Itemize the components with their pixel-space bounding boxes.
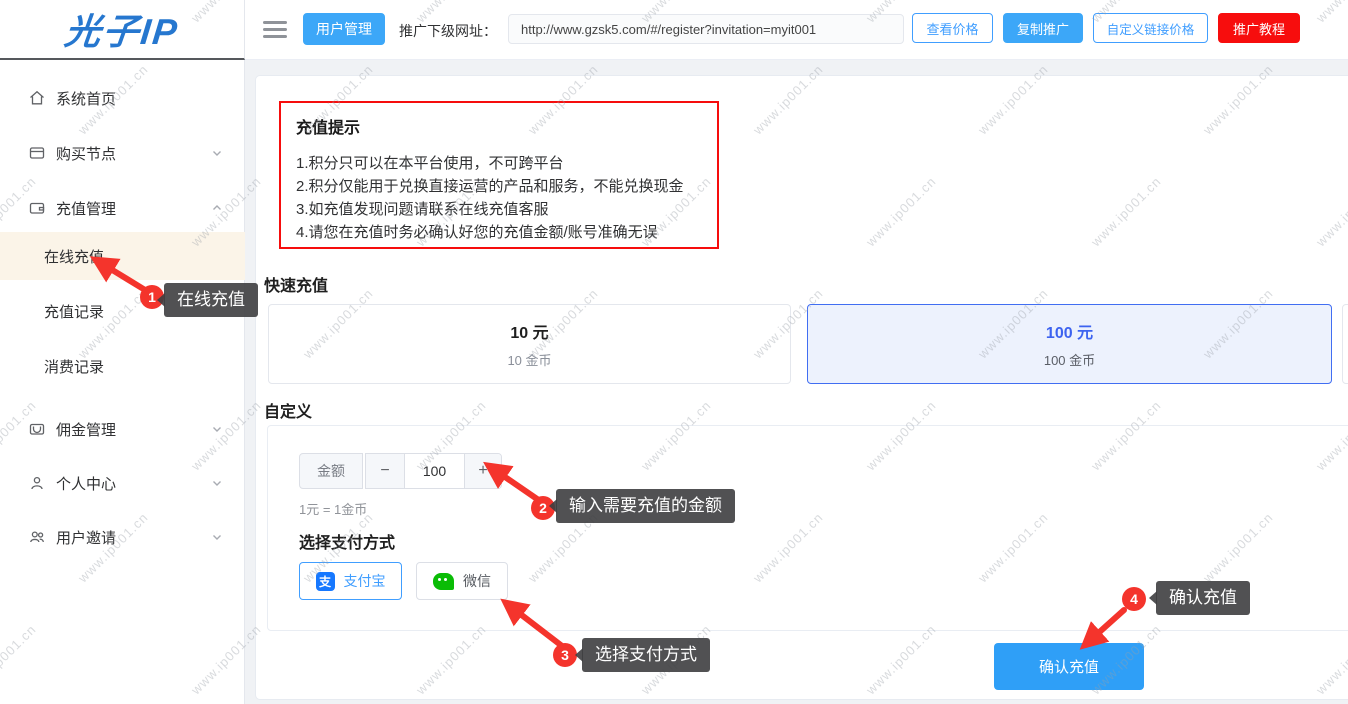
view-price-button[interactable]: 查看价格 [912, 13, 993, 43]
sidebar-item-label: 系统首页 [56, 88, 116, 109]
sidebar-item-buy-nodes[interactable]: 购买节点 [0, 133, 245, 173]
sidebar-subitem-consumption-records[interactable]: 消费记录 [0, 346, 245, 386]
annotation-step-2-tooltip: 输入需要充值的金额 [556, 489, 735, 523]
sidebar-item-home[interactable]: 系统首页 [0, 78, 245, 118]
sidebar-item-label: 佣金管理 [56, 419, 116, 440]
chevron-down-icon [211, 531, 223, 543]
quick-option-price: 100 元 [1046, 319, 1093, 343]
sidebar-item-commission[interactable]: 佣金管理 [0, 409, 245, 449]
sidebar-item-label: 充值管理 [56, 198, 116, 219]
amount-decrease-button[interactable]: − [366, 454, 405, 488]
node-card-icon [28, 144, 46, 162]
sidebar-subitem-online-recharge[interactable]: 在线充值 [0, 232, 245, 280]
wallet-icon [28, 199, 46, 217]
sidebar-item-label: 个人中心 [56, 473, 116, 494]
quick-option-partial[interactable] [1342, 304, 1348, 384]
annotation-step-3-badge: 3 [553, 643, 577, 667]
sidebar-item-user-invite[interactable]: 用户邀请 [0, 517, 245, 557]
tips-line: 1.积分只可以在本平台使用，不可跨平台 [296, 152, 702, 175]
menu-toggle-icon[interactable] [263, 17, 291, 43]
invite-users-icon [28, 528, 46, 546]
quick-option-100-selected[interactable]: 100 元 100 金币 [807, 304, 1332, 384]
amount-label: 金额 [299, 453, 363, 489]
promo-url-label: 推广下级网址： [399, 21, 497, 41]
amount-increase-button[interactable]: + [464, 454, 501, 488]
promo-tutorial-button[interactable]: 推广教程 [1218, 13, 1300, 43]
exchange-rate-note: 1元 = 1金币 [299, 499, 367, 518]
commission-icon [28, 420, 46, 438]
wechat-button[interactable]: 微信 [416, 562, 508, 600]
chevron-up-icon [211, 202, 223, 214]
custom-link-price-button[interactable]: 自定义链接价格 [1093, 13, 1208, 43]
amount-input[interactable] [405, 454, 464, 488]
annotation-step-4-tooltip: 确认充值 [1156, 581, 1250, 615]
sidebar-item-personal-center[interactable]: 个人中心 [0, 463, 245, 503]
sidebar-subitem-label: 在线充值 [44, 246, 104, 267]
tips-line: 3.如充值发现问题请联系在线充值客服 [296, 198, 702, 221]
tips-line: 2.积分仅能用于兑换直接运营的产品和服务，不能兑换现金 [296, 175, 702, 198]
quick-option-price: 10 元 [510, 319, 548, 343]
custom-heading: 自定义 [264, 398, 312, 422]
quick-option-coins: 100 金币 [1044, 350, 1095, 369]
chevron-down-icon [211, 423, 223, 435]
annotation-step-3-tooltip: 选择支付方式 [582, 638, 710, 672]
sidebar-item-label: 购买节点 [56, 143, 116, 164]
chevron-down-icon [211, 477, 223, 489]
tips-line: 4.请您在充值时务必确认好您的充值金额/账号准确无误 [296, 221, 702, 244]
sidebar-subitem-label: 消费记录 [44, 356, 104, 377]
quick-option-10[interactable]: 10 元 10 金币 [268, 304, 791, 384]
user-icon [28, 474, 46, 492]
annotation-step-1-tooltip: 在线充值 [164, 283, 258, 317]
app-header: 光子IP 用户管理 推广下级网址： 查看价格 复制推广 自定义链接价格 推广教程 [0, 0, 1348, 60]
user-management-button[interactable]: 用户管理 [303, 13, 385, 45]
promo-url-input[interactable] [508, 14, 904, 44]
alipay-icon: 支 [316, 572, 335, 591]
confirm-recharge-button[interactable]: 确认充值 [994, 643, 1144, 690]
alipay-label: 支付宝 [344, 571, 386, 591]
home-icon [28, 89, 46, 107]
sidebar-item-label: 用户邀请 [56, 527, 116, 548]
annotation-step-4-badge: 4 [1122, 587, 1146, 611]
wechat-icon [433, 573, 454, 590]
logo-block: 光子IP [0, 0, 245, 60]
sidebar-item-recharge-mgmt[interactable]: 充值管理 [0, 188, 245, 228]
recharge-tips-box: 充值提示 1.积分只可以在本平台使用，不可跨平台 2.积分仅能用于兑换直接运营的… [279, 101, 719, 249]
brand-logo: 光子IP [62, 3, 181, 55]
tips-title: 充值提示 [296, 114, 702, 138]
payment-method-heading: 选择支付方式 [299, 529, 395, 553]
quick-option-coins: 10 金币 [507, 350, 551, 369]
sidebar-subitem-label: 充值记录 [44, 301, 104, 322]
quick-recharge-heading: 快速充值 [264, 272, 328, 296]
wechat-label: 微信 [463, 571, 491, 591]
copy-promo-button[interactable]: 复制推广 [1003, 13, 1083, 43]
sidebar-nav: 系统首页 购买节点 充值管理 在线充值 充值记录 消费记录 佣金管理 [0, 60, 245, 704]
amount-stepper: 金额 − + [299, 453, 502, 489]
alipay-button[interactable]: 支 支付宝 [299, 562, 402, 600]
chevron-down-icon [211, 147, 223, 159]
